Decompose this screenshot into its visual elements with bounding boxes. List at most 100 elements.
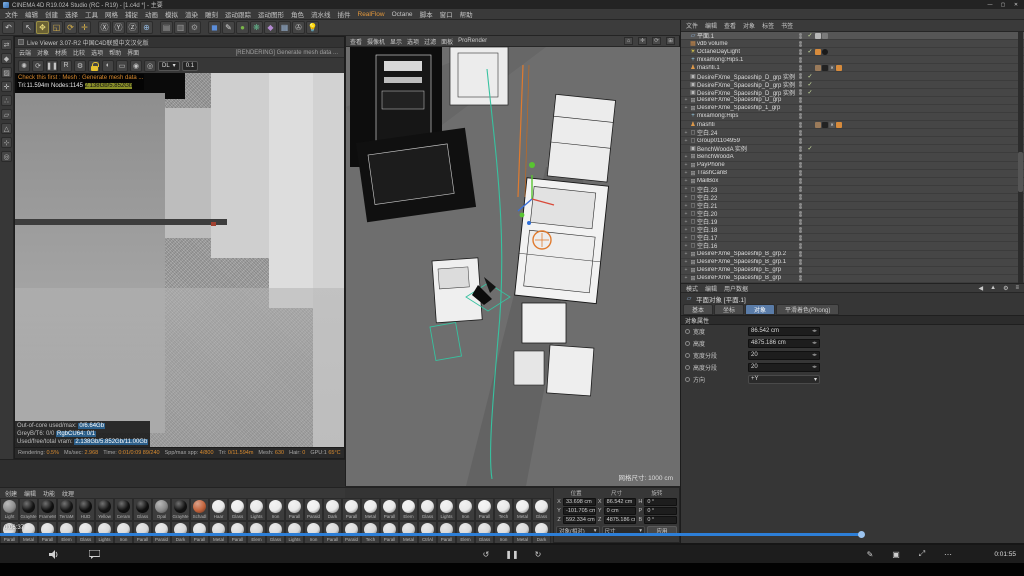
menu-item-创建[interactable]: 创建: [45, 9, 58, 19]
om-menu-对象[interactable]: 对象: [743, 21, 755, 30]
add-mograph-icon[interactable]: ❋: [250, 21, 263, 34]
om-menu-编辑[interactable]: 编辑: [705, 21, 717, 30]
render-region-icon[interactable]: R: [60, 60, 72, 72]
object-row[interactable]: ▱平面.1✓: [681, 32, 1024, 40]
viewport-menu-摄像机[interactable]: 摄像机: [367, 37, 385, 46]
scene-camera-icon[interactable]: ✇: [292, 21, 305, 34]
size-field[interactable]: 0 cm: [604, 507, 637, 515]
kernel-dropdown[interactable]: DL▾: [158, 61, 180, 71]
perspective-viewport[interactable]: 查看摄像机显示选项过滤面板ProRender⌂✛⟳⊞: [345, 36, 680, 486]
menu-item-模拟[interactable]: 模拟: [165, 9, 178, 19]
viewport-menu-显示[interactable]: 显示: [390, 37, 402, 46]
menu-item-工具[interactable]: 工具: [85, 9, 98, 19]
live-viewer-menu-选项[interactable]: 选项: [91, 48, 103, 57]
scene-light-icon[interactable]: 💡: [306, 21, 319, 34]
menu-item-角色[interactable]: 角色: [291, 9, 304, 19]
lock-x-axis-icon[interactable]: Ⓧ: [98, 21, 111, 34]
visibility-dot-bottom[interactable]: [799, 238, 802, 241]
material-swatch[interactable]: Metal: [361, 498, 380, 521]
phong-tag-icon[interactable]: [822, 33, 828, 39]
position-field[interactable]: 592.334 cm: [563, 516, 596, 524]
pick-focus-icon[interactable]: ▭: [116, 60, 128, 72]
texture-mode-icon[interactable]: ▨: [1, 67, 12, 78]
tex-tag-icon[interactable]: [815, 33, 821, 39]
visibility-dot-bottom[interactable]: [799, 149, 802, 152]
keyframe-circle[interactable]: [685, 353, 690, 358]
material-swatch[interactable]: Schadl: [190, 498, 209, 521]
object-row[interactable]: +⊞DesireFXme_Spaceship_1_grp: [681, 105, 1024, 113]
visibility-dot-bottom[interactable]: [799, 206, 802, 209]
visibility-toggles[interactable]: [795, 130, 805, 136]
material-swatch[interactable]: Tech: [494, 498, 513, 521]
enabled-check[interactable]: ✓: [805, 145, 815, 152]
x-tag-icon[interactable]: ✕: [829, 122, 835, 128]
forward-10-icon[interactable]: ↻: [532, 548, 544, 560]
visibility-toggles[interactable]: [795, 122, 805, 128]
enabled-check[interactable]: ✓: [805, 81, 815, 88]
visibility-toggles[interactable]: [795, 194, 805, 200]
workplane-mode-icon[interactable]: ✛: [1, 81, 12, 92]
visibility-toggles[interactable]: [795, 97, 805, 103]
visibility-dot-bottom[interactable]: [799, 230, 802, 233]
rotation-field[interactable]: 0 °: [644, 498, 677, 506]
attr-menu-用户数据[interactable]: 用户数据: [724, 284, 748, 293]
material-swatch[interactable]: Ceram: [114, 498, 133, 521]
visibility-toggles[interactable]: [795, 33, 805, 39]
material-swatch[interactable]: Lights: [437, 498, 456, 521]
visibility-toggles[interactable]: [795, 203, 805, 209]
menu-item-选择[interactable]: 选择: [65, 9, 78, 19]
size-field[interactable]: 4875.186 cm: [604, 516, 637, 524]
object-row[interactable]: +mixamorig:Hips.1: [681, 56, 1024, 64]
object-row[interactable]: +⊞DesireFXme_Spaceship_B_grp.1: [681, 259, 1024, 267]
fullscreen-icon[interactable]: ⤢: [916, 548, 928, 560]
object-row[interactable]: +◻空白.16: [681, 242, 1024, 250]
material-swatch[interactable]: Glass: [532, 498, 551, 521]
viewport-menu-选项[interactable]: 选项: [407, 37, 419, 46]
material-swatch[interactable]: Iron: [456, 498, 475, 521]
material-swatch[interactable]: HUD: [76, 498, 95, 521]
add-environment-icon[interactable]: ▦: [278, 21, 291, 34]
menu-item-渲染[interactable]: 渲染: [185, 9, 198, 19]
live-viewer-menu-界面[interactable]: 界面: [127, 48, 139, 57]
material-swatch[interactable]: Glass: [133, 498, 152, 521]
live-viewer-menu-云端[interactable]: 云端: [19, 48, 31, 57]
viewport-hud-icon-3[interactable]: ⊞: [666, 37, 675, 45]
menu-item-文件[interactable]: 文件: [5, 9, 18, 19]
visibility-dot-bottom[interactable]: [799, 270, 802, 273]
dark-tag-icon[interactable]: [822, 122, 828, 128]
viewport-menu-ProRender[interactable]: ProRender: [458, 38, 487, 44]
attr-panel-icon-1[interactable]: ▲: [990, 285, 996, 291]
material-swatch[interactable]: Glass: [228, 498, 247, 521]
visibility-dot-bottom[interactable]: [799, 246, 802, 249]
scale-tool-icon[interactable]: ◱: [50, 21, 63, 34]
render-view-icon[interactable]: ▤: [160, 21, 173, 34]
video-progress-bar[interactable]: 0:06:37: [0, 531, 1024, 537]
visibility-dot-bottom[interactable]: [799, 68, 802, 71]
visibility-dot-bottom[interactable]: [799, 254, 802, 257]
edit-render-settings-icon[interactable]: ⚙: [188, 21, 201, 34]
rotation-field[interactable]: 0 °: [644, 507, 677, 515]
material-swatch[interactable]: Parall: [475, 498, 494, 521]
menu-item-帮助[interactable]: 帮助: [460, 9, 473, 19]
material-menu-编辑[interactable]: 编辑: [24, 489, 36, 498]
pause-icon[interactable]: ❚❚: [506, 548, 518, 560]
visibility-dot-bottom[interactable]: [799, 52, 802, 55]
visibility-dot-bottom[interactable]: [799, 165, 802, 168]
attr-panel-icon-3[interactable]: ≡: [1015, 285, 1019, 291]
live-viewer-title-bar[interactable]: Live Viewer 3.07-R2 中国C4D联盟中文汉化版: [15, 37, 344, 47]
value-input[interactable]: 20◂▸: [748, 363, 820, 372]
visibility-toggles[interactable]: [795, 211, 805, 217]
pick-material-icon[interactable]: ◐: [102, 60, 114, 72]
menu-item-Octane[interactable]: Octane: [392, 11, 413, 18]
keyframe-circle[interactable]: [685, 341, 690, 346]
attr-panel-icon-0[interactable]: ◀: [979, 285, 984, 292]
live-viewer-menu-比较[interactable]: 比较: [73, 48, 85, 57]
last-tool-used-icon[interactable]: ✛: [78, 21, 91, 34]
progress-handle[interactable]: [858, 531, 865, 538]
more-options-icon[interactable]: ⋯: [942, 548, 954, 560]
render-restart-icon[interactable]: ⟳: [32, 60, 44, 72]
object-row[interactable]: +⊞DesireFXme_Spaceship_B_grp.2: [681, 251, 1024, 259]
visibility-dot-bottom[interactable]: [799, 262, 802, 265]
menu-item-流水线[interactable]: 流水线: [311, 9, 331, 19]
visibility-dot-bottom[interactable]: [799, 133, 802, 136]
